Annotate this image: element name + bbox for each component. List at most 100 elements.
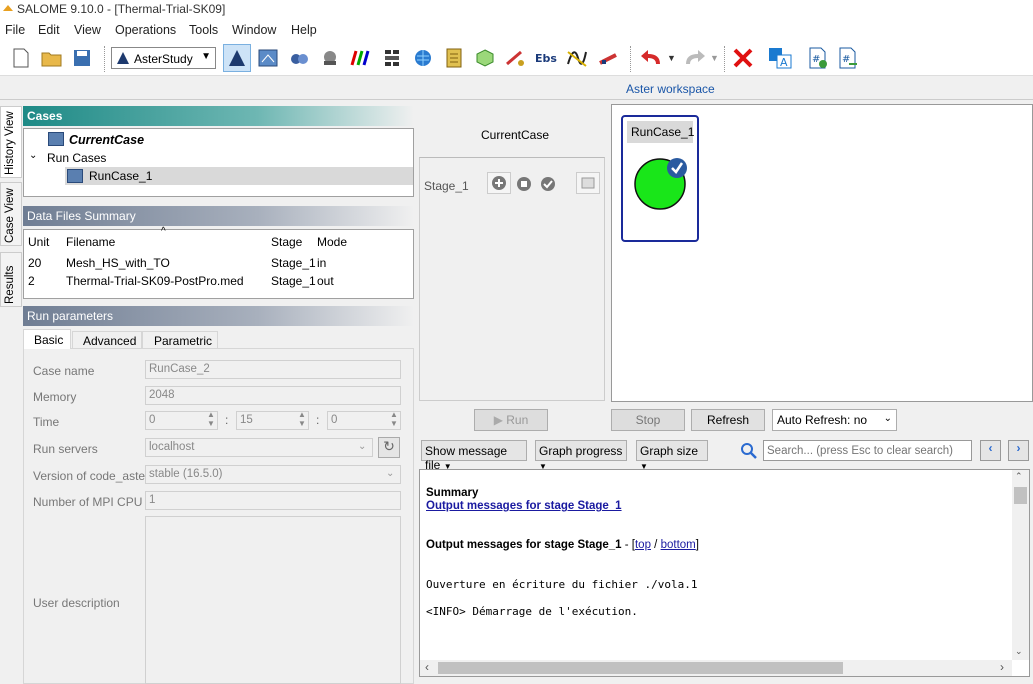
- run-cases-item[interactable]: Run Cases: [47, 151, 106, 165]
- curves-icon[interactable]: [565, 46, 589, 70]
- globe-icon[interactable]: [411, 46, 435, 70]
- cell-filename[interactable]: Thermal-Trial-SK09-PostPro.med: [66, 274, 244, 288]
- mpi-field[interactable]: 1: [145, 491, 401, 510]
- ruler-icon[interactable]: [596, 46, 620, 70]
- paravis-module-icon[interactable]: [349, 46, 373, 70]
- redo-dropdown-icon[interactable]: ▼: [710, 53, 719, 63]
- runparams-header: Run parameters: [23, 306, 414, 326]
- scroll-right-icon[interactable]: ›: [1000, 660, 1004, 674]
- memory-field[interactable]: 2048: [145, 386, 401, 405]
- undo-icon[interactable]: [640, 46, 664, 70]
- stepper-arrows-icon[interactable]: ▲ ▼: [298, 410, 306, 428]
- col-mode[interactable]: Mode: [317, 235, 347, 249]
- menu-operations[interactable]: Operations: [115, 23, 176, 37]
- chevron-down-icon: ⌄: [883, 413, 892, 424]
- vertical-scrollbar[interactable]: ⌃ ⌄: [1012, 470, 1029, 660]
- case-icon: [48, 132, 64, 146]
- tab-advanced[interactable]: Advanced: [72, 331, 142, 349]
- cube-icon[interactable]: [473, 46, 497, 70]
- tag-icon[interactable]: [576, 172, 600, 194]
- tools-icon[interactable]: [503, 46, 527, 70]
- description-field[interactable]: [145, 516, 401, 684]
- menu-tools[interactable]: Tools: [189, 23, 218, 37]
- tab-parametric[interactable]: Parametric: [142, 331, 218, 349]
- cell-unit[interactable]: 2: [28, 274, 35, 288]
- notebook-icon[interactable]: [442, 46, 466, 70]
- refresh-button[interactable]: Refresh: [691, 409, 765, 431]
- cell-unit[interactable]: 20: [28, 256, 41, 270]
- tab-basic[interactable]: Basic: [23, 329, 71, 349]
- case-view-mode-icon[interactable]: [223, 44, 251, 72]
- bottom-link[interactable]: bottom: [661, 539, 696, 551]
- graph-size-dropdown[interactable]: Graph size ▼: [636, 440, 708, 471]
- add-stage-icon[interactable]: [487, 172, 511, 194]
- menu-view[interactable]: View: [74, 23, 101, 37]
- version-select[interactable]: stable (16.5.0): [145, 465, 401, 484]
- cell-stage[interactable]: Stage_1: [271, 256, 316, 270]
- module-selector[interactable]: AsterStudy ▼: [111, 47, 216, 69]
- stepper-arrows-icon[interactable]: ▲ ▼: [207, 410, 215, 428]
- tab-history-view[interactable]: History View: [0, 106, 22, 178]
- datafiles-table: Unit Filename ^ Stage Mode 20 Mesh_HS_wi…: [23, 226, 414, 299]
- search-input[interactable]: [763, 440, 972, 461]
- check-stage-icon[interactable]: [539, 175, 557, 196]
- run-button[interactable]: ▶ Run: [474, 409, 548, 431]
- auto-refresh-select[interactable]: Auto Refresh: no ⌄: [772, 409, 897, 431]
- scroll-thumb[interactable]: [438, 662, 843, 674]
- menu-help[interactable]: Help: [291, 23, 317, 37]
- servers-select[interactable]: localhost: [145, 438, 373, 457]
- stop-stage-icon[interactable]: [515, 175, 533, 196]
- undo-dropdown-icon[interactable]: ▼: [667, 53, 676, 63]
- time-label: Time: [33, 415, 60, 429]
- delete-icon[interactable]: [731, 46, 755, 70]
- translate-icon[interactable]: A: [768, 46, 792, 70]
- scroll-up-icon[interactable]: ⌃: [1015, 471, 1023, 482]
- time-sep: :: [316, 413, 320, 427]
- cell-mode[interactable]: in: [317, 256, 326, 270]
- output-heading: Output messages for stage Stage_1 - [top…: [426, 539, 699, 551]
- import-document-icon[interactable]: #: [836, 46, 860, 70]
- search-prev-icon[interactable]: ‹: [980, 440, 1001, 461]
- runcase-node[interactable]: RunCase_1: [621, 115, 699, 242]
- refresh-servers-icon[interactable]: ↻: [378, 437, 400, 458]
- cell-mode[interactable]: out: [317, 274, 334, 288]
- stop-button[interactable]: Stop: [611, 409, 685, 431]
- scroll-down-icon[interactable]: ⌄: [1015, 646, 1023, 657]
- fields-module-icon[interactable]: [380, 46, 404, 70]
- stage-label[interactable]: Stage_1: [424, 179, 469, 193]
- graph-progress-dropdown[interactable]: Graph progress ▼: [535, 440, 627, 471]
- search-next-icon[interactable]: ›: [1008, 440, 1029, 461]
- redo-icon[interactable]: [682, 46, 706, 70]
- chevron-down-icon[interactable]: ⌄: [29, 150, 37, 161]
- new-file-icon[interactable]: [9, 46, 33, 70]
- scroll-left-icon[interactable]: ‹: [425, 660, 429, 674]
- horizontal-scrollbar[interactable]: ‹ ›: [420, 660, 1012, 676]
- show-message-file-dropdown[interactable]: Show message file ▼: [421, 440, 527, 472]
- message-area[interactable]: Summary Output messages for stage Stage_…: [419, 469, 1030, 677]
- scroll-thumb[interactable]: [1014, 487, 1027, 504]
- current-case-item[interactable]: CurrentCase: [69, 133, 144, 147]
- tab-results[interactable]: Results: [0, 252, 22, 307]
- output-messages-link[interactable]: Output messages for stage Stage_1: [426, 500, 622, 512]
- menu-edit[interactable]: Edit: [38, 23, 60, 37]
- case-name-field[interactable]: RunCase_2: [145, 360, 401, 379]
- open-folder-icon[interactable]: [40, 46, 64, 70]
- ebs-icon[interactable]: Ebs: [534, 46, 558, 70]
- mesh-module-icon[interactable]: [318, 46, 342, 70]
- cell-filename[interactable]: Mesh_HS_with_TO: [66, 256, 170, 270]
- cell-stage[interactable]: Stage_1: [271, 274, 316, 288]
- save-icon[interactable]: [70, 46, 94, 70]
- version-label: Version of code_aster: [33, 469, 150, 483]
- col-unit[interactable]: Unit: [28, 235, 49, 249]
- col-filename[interactable]: Filename: [66, 235, 115, 249]
- col-stage[interactable]: Stage: [271, 235, 302, 249]
- add-document-icon[interactable]: #: [806, 46, 830, 70]
- tab-case-view[interactable]: Case View: [0, 182, 22, 246]
- menu-window[interactable]: Window: [232, 23, 276, 37]
- runcase-row[interactable]: RunCase_1: [65, 167, 413, 185]
- history-mode-icon[interactable]: [256, 46, 280, 70]
- stepper-arrows-icon[interactable]: ▲ ▼: [390, 410, 398, 428]
- geometry-module-icon[interactable]: [287, 46, 311, 70]
- menu-file[interactable]: File: [5, 23, 25, 37]
- top-link[interactable]: top: [635, 539, 651, 551]
